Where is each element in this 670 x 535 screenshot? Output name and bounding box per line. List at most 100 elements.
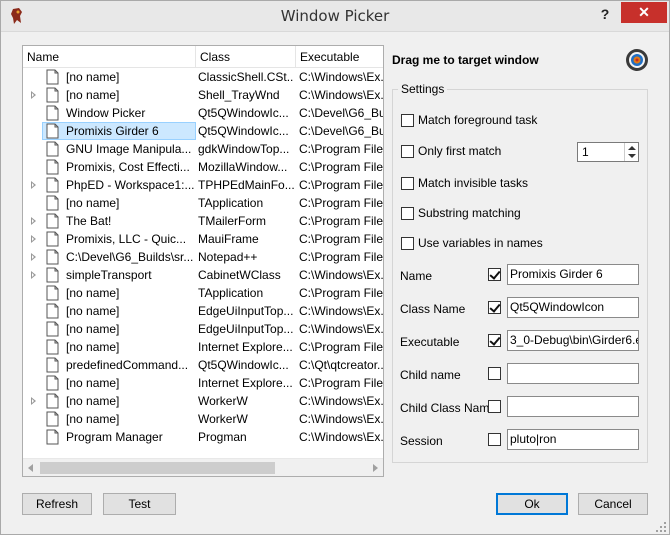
row-class: TPHPEdMainFo... <box>198 178 294 192</box>
window-icon <box>46 141 59 157</box>
expand-arrow-icon[interactable] <box>31 235 36 243</box>
tree-row[interactable]: Promixis, LLC - Quic... MauiFrame C:\Progr… <box>23 230 383 248</box>
test-button[interactable]: Test <box>103 493 176 515</box>
row-executable: C:\Windows\Ex... <box>299 88 383 102</box>
row-name: Promixis, LLC - Quic... <box>66 232 187 246</box>
tree-row[interactable]: [no name] EdgeUiInputTop... C:\Windows\Ex.… <box>23 302 383 320</box>
tree-row[interactable]: Promixis Girder 6 Qt5QWindowIc... C:\Devel… <box>23 122 383 140</box>
horizontal-scrollbar[interactable] <box>23 458 383 476</box>
row-executable: C:\Program File... <box>299 250 383 264</box>
session-field-label: Session <box>400 434 443 448</box>
row-class: Notepad++ <box>198 250 258 264</box>
child-name-field-label: Child name <box>400 368 461 382</box>
executable-field-input[interactable]: 3_0-Debug\bin\Girder6.exe <box>507 330 639 351</box>
window-icon <box>46 69 59 85</box>
row-executable: C:\Windows\Ex... <box>299 268 383 282</box>
child-class-name-field-checkbox[interactable] <box>488 400 501 413</box>
scrollbar-thumb[interactable] <box>40 462 275 474</box>
column-header-executable[interactable]: Executable <box>296 46 383 68</box>
expand-arrow-icon[interactable] <box>31 271 36 279</box>
row-class: Qt5QWindowIc... <box>198 358 289 372</box>
row-executable: C:\Devel\G6_Bu... <box>299 106 383 120</box>
row-executable: C:\Program File... <box>299 232 383 246</box>
tree-row[interactable]: predefinedCommand... Qt5QWindowIc... C:\Qt… <box>23 356 383 374</box>
session-field-input[interactable]: pluto|ron <box>507 429 639 450</box>
tree-row[interactable]: [no name] EdgeUiInputTop... C:\Windows\Ex.… <box>23 320 383 338</box>
tree-row[interactable]: PhpED - Workspace1:... TPHPEdMainFo... C:\… <box>23 176 383 194</box>
session-field-checkbox[interactable] <box>488 433 501 446</box>
tree-row[interactable]: C:\Devel\G6_Builds\sr... Notepad++ C:\Prog… <box>23 248 383 266</box>
row-class: Internet Explore... <box>198 376 293 390</box>
column-header-class[interactable]: Class <box>196 46 296 68</box>
tree-row[interactable]: simpleTransport CabinetWClass C:\Windows\E… <box>23 266 383 284</box>
tree-row[interactable]: The Bat! TMailerForm C:\Program File... <box>23 212 383 230</box>
scroll-left-arrow-icon[interactable] <box>28 464 33 472</box>
tree-row[interactable]: [no name] TApplication C:\Program File... <box>23 194 383 212</box>
row-executable: C:\Windows\Ex... <box>299 430 383 444</box>
expand-arrow-icon[interactable] <box>31 253 36 261</box>
class-name-field-input[interactable]: Qt5QWindowIcon <box>507 297 639 318</box>
expand-arrow-icon[interactable] <box>31 91 36 99</box>
column-header-name[interactable]: Name <box>23 46 196 68</box>
window-icon <box>46 339 59 355</box>
tree-row[interactable]: Promixis, Cost Effecti... MozillaWindow..… <box>23 158 383 176</box>
expand-arrow-icon[interactable] <box>31 181 36 189</box>
child-class-name-field-label: Child Class Name <box>400 401 497 415</box>
row-name: The Bat! <box>66 214 112 228</box>
window-icon <box>46 267 59 283</box>
tree-row[interactable]: [no name] WorkerW C:\Windows\Ex... <box>23 392 383 410</box>
row-name: [no name] <box>66 394 120 408</box>
use-variables-checkbox[interactable] <box>401 237 414 250</box>
title-bar: Window Picker ? ✕ <box>1 1 669 32</box>
ok-button[interactable]: Ok <box>496 493 568 515</box>
match-invisible-label: Match invisible tasks <box>418 176 529 190</box>
window-icon <box>46 213 59 229</box>
window-icon <box>46 87 59 103</box>
row-executable: C:\Program File... <box>299 214 383 228</box>
class-name-field-checkbox[interactable] <box>488 301 501 314</box>
window-icon <box>46 285 59 301</box>
scroll-right-arrow-icon[interactable] <box>373 464 378 472</box>
window-tree[interactable]: Name Class Executable [no name] ClassicSh… <box>22 45 384 477</box>
cancel-button[interactable]: Cancel <box>578 493 648 515</box>
tree-row[interactable]: Window Picker Qt5QWindowIc... C:\Devel\G6_… <box>23 104 383 122</box>
refresh-button[interactable]: Refresh <box>22 493 92 515</box>
tree-row[interactable]: GNU Image Manipula... gdkWindowTop... C:\P… <box>23 140 383 158</box>
spin-down-icon[interactable] <box>628 154 636 158</box>
match-invisible-checkbox[interactable] <box>401 177 414 190</box>
tree-row[interactable]: Program Manager Progman C:\Windows\Ex... <box>23 428 383 446</box>
row-class: Shell_TrayWnd <box>198 88 280 102</box>
tree-row[interactable]: [no name] ClassicShell.CSt... C:\Windows\E… <box>23 68 383 86</box>
child-name-field-input[interactable] <box>507 363 639 384</box>
expand-arrow-icon[interactable] <box>31 217 36 225</box>
substring-matching-checkbox[interactable] <box>401 207 414 220</box>
child-class-name-field-input[interactable] <box>507 396 639 417</box>
row-executable: C:\Windows\Ex... <box>299 322 383 336</box>
row-class: CabinetWClass <box>198 268 281 282</box>
match-foreground-checkbox[interactable] <box>401 114 414 127</box>
row-class: Qt5QWindowIc... <box>198 124 289 138</box>
match-foreground-label: Match foreground task <box>418 113 538 127</box>
child-name-field-checkbox[interactable] <box>488 367 501 380</box>
row-name: predefinedCommand... <box>66 358 189 372</box>
tree-row[interactable]: [no name] Internet Explore... C:\Program F… <box>23 338 383 356</box>
first-match-count-value: 1 <box>582 145 589 159</box>
row-name: Promixis Girder 6 <box>66 124 159 138</box>
close-button[interactable]: ✕ <box>621 2 667 23</box>
help-button[interactable]: ? <box>591 3 619 27</box>
first-match-count-spinbox[interactable]: 1 <box>577 142 639 162</box>
row-name: Window Picker <box>66 106 146 120</box>
resize-grip-icon[interactable] <box>655 521 667 533</box>
tree-row[interactable]: [no name] TApplication C:\Program File... <box>23 284 383 302</box>
expand-arrow-icon[interactable] <box>31 397 36 405</box>
row-class: Internet Explore... <box>198 340 293 354</box>
name-field-checkbox[interactable] <box>488 268 501 281</box>
only-first-match-checkbox[interactable] <box>401 145 414 158</box>
tree-row[interactable]: [no name] WorkerW C:\Windows\Ex... <box>23 410 383 428</box>
spin-up-icon[interactable] <box>628 146 636 150</box>
tree-row[interactable]: [no name] Shell_TrayWnd C:\Windows\Ex... <box>23 86 383 104</box>
name-field-input[interactable]: Promixis Girder 6 <box>507 264 639 285</box>
executable-field-checkbox[interactable] <box>488 334 501 347</box>
tree-row[interactable]: [no name] Internet Explore... C:\Program F… <box>23 374 383 392</box>
crosshair-target-icon[interactable] <box>625 48 649 72</box>
